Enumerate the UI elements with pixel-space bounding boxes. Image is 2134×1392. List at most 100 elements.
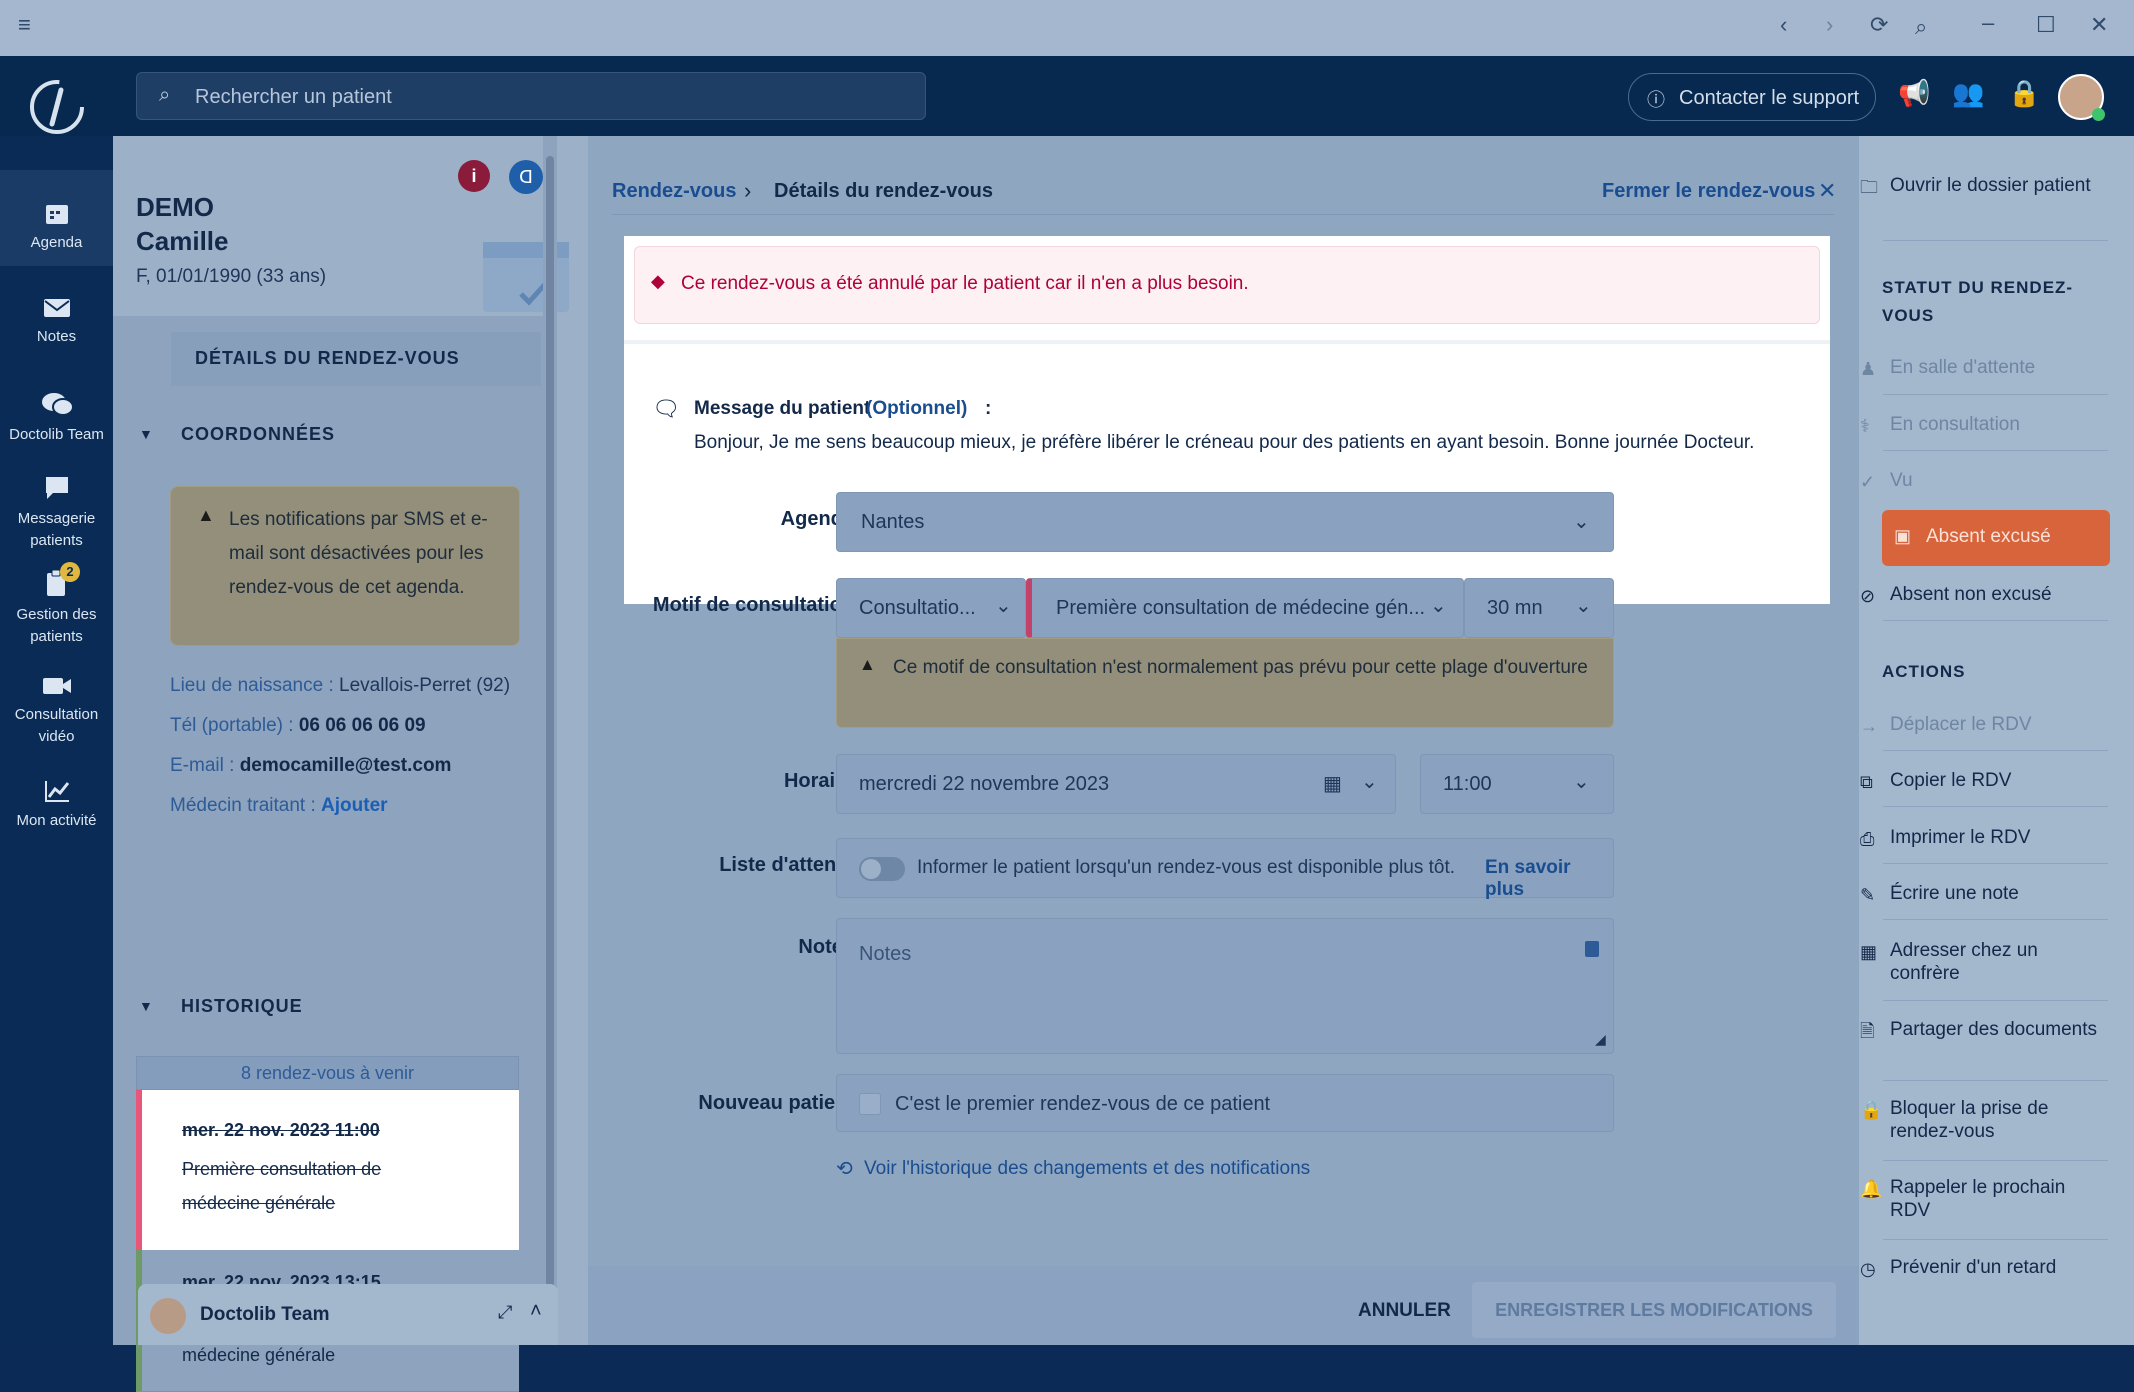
waitlist-toggle[interactable]: [859, 857, 905, 881]
nav-consultation-video[interactable]: Consultation vidéo: [0, 674, 113, 748]
action-label: Imprimer le RDV: [1890, 827, 2031, 848]
action-write-note[interactable]: ✎ Écrire une note: [1860, 882, 2110, 905]
action-share-documents[interactable]: 🗎 Partager des documents: [1860, 1018, 2110, 1041]
forward-icon[interactable]: ›: [1826, 12, 1833, 38]
chevron-right-icon: ›: [744, 178, 752, 203]
nav-messagerie[interactable]: Messagerie patients: [0, 474, 113, 552]
motif-type-select[interactable]: Consultatio... ⌄: [836, 578, 1026, 638]
chevron-down-icon: ⌄: [1430, 595, 1447, 617]
nav-label: Doctolib Team: [9, 426, 104, 443]
status-label: En salle d'attente: [1890, 357, 2036, 378]
action-move[interactable]: → Déplacer le RDV: [1860, 713, 2110, 736]
close-appointment-button[interactable]: Fermer le rendez-vous: [1602, 180, 1815, 203]
lock-icon[interactable]: 🔒: [2008, 78, 2040, 109]
calendar-icon[interactable]: ▦: [1323, 771, 1342, 796]
motif-select[interactable]: Première consultation de médecine gén...…: [1026, 578, 1464, 638]
info-alert-icon[interactable]: i: [458, 160, 490, 192]
nav-label: Agenda: [30, 234, 83, 251]
patient-last-name: DEMO: [136, 192, 214, 222]
team-chat-bar[interactable]: Doctolib Team ⤢ ˄: [138, 1284, 558, 1345]
status-label: Vu: [1890, 470, 1913, 491]
team-icon[interactable]: 👥: [1952, 78, 1984, 109]
appointment-card-cancelled[interactable]: mer. 22 nov. 2023 11:00 Première consult…: [136, 1090, 519, 1250]
chevron-down-icon[interactable]: ▼: [139, 426, 153, 442]
learn-more-link[interactable]: En savoir plus: [1485, 857, 1613, 901]
agenda-select[interactable]: Nantes ⌄: [836, 492, 1614, 552]
action-block-booking[interactable]: 🔒 Bloquer la prise de rendez-vous: [1860, 1097, 2110, 1143]
contact-support-button[interactable]: ⓘ Contacter le support: [1628, 73, 1876, 121]
action-refer[interactable]: ▦ Adresser chez un confrère: [1860, 939, 2110, 985]
warning-icon: ▲: [197, 505, 215, 525]
breadcrumb-current: Détails du rendez-vous: [774, 180, 993, 202]
history-link[interactable]: Voir l'historique des changements et des…: [864, 1158, 1310, 1180]
nav-agenda[interactable]: Agenda: [0, 200, 113, 254]
doctolib-badge-icon[interactable]: ᗡ: [509, 160, 543, 194]
actions-header: ACTIONS: [1882, 662, 1966, 681]
calendar-icon: [45, 205, 68, 224]
new-patient-checkbox[interactable]: [859, 1093, 881, 1115]
status-label: Absent non excusé: [1890, 584, 2052, 605]
status-waiting-room[interactable]: ♟ En salle d'attente: [1860, 356, 2110, 379]
details-header-label: DÉTAILS DU RENDEZ-VOUS: [195, 348, 460, 368]
nav-gestion-patients[interactable]: 2 Gestion des patients: [0, 562, 113, 648]
action-print[interactable]: ⎙ Imprimer le RDV: [1860, 826, 2110, 849]
save-button[interactable]: ENREGISTRER LES MODIFICATIONS: [1472, 1282, 1836, 1338]
status-label: En consultation: [1890, 414, 2020, 435]
phone-value[interactable]: 06 06 06 06 09: [299, 715, 426, 736]
patient-panel: i ᗡ DEMO Camille F, 01/01/1990 (33 ans) …: [113, 136, 588, 1392]
upcoming-appointments-header: 8 rendez-vous à venir: [136, 1056, 519, 1090]
coordonnees-header[interactable]: COORDONNÉES: [181, 424, 335, 445]
action-copy[interactable]: ⧉ Copier le RDV: [1860, 769, 2110, 792]
add-doctor-link[interactable]: Ajouter: [321, 795, 388, 816]
nav-doctolib-team[interactable]: Doctolib Team: [0, 390, 113, 446]
status-in-consultation[interactable]: ⚕ En consultation: [1860, 413, 2110, 436]
search-input[interactable]: ⌕ Rechercher un patient: [136, 72, 926, 120]
info-small-icon: [1585, 941, 1599, 957]
chart-line-icon: [44, 781, 69, 802]
patient-info: F, 01/01/1990 (33 ans): [136, 266, 327, 287]
zoom-icon[interactable]: ⌕: [1915, 14, 1927, 40]
email-label: E-mail :: [170, 755, 235, 776]
cancel-button[interactable]: ANNULER: [1358, 1300, 1451, 1322]
time-select[interactable]: 11:00 ⌄: [1420, 754, 1614, 814]
close-icon[interactable]: ✕: [1818, 178, 1836, 204]
doctolib-logo-icon[interactable]: [28, 78, 86, 136]
date-picker[interactable]: mercredi 22 novembre 2023 ▦ ⌄: [836, 754, 1396, 814]
resize-handle-icon[interactable]: ◢: [1595, 1031, 1606, 1048]
status-absent-excused[interactable]: ▣ Absent excusé: [1882, 510, 2110, 566]
printer-icon: ⎙: [1860, 829, 1875, 849]
agenda-value: Nantes: [861, 511, 925, 533]
calendar-icon: ▦: [1860, 942, 1878, 962]
notes-textarea[interactable]: Notes ◢: [836, 918, 1614, 1054]
historique-header[interactable]: HISTORIQUE: [181, 996, 303, 1017]
menu-icon[interactable]: ≡: [18, 12, 31, 38]
chevron-down-icon[interactable]: ⌄: [1361, 769, 1378, 794]
close-window-icon[interactable]: ✕: [2090, 12, 2108, 38]
status-absent-unexcused[interactable]: ⊘ Absent non excusé: [1860, 583, 2110, 606]
nav-notes[interactable]: Notes: [0, 296, 113, 348]
avatar[interactable]: [2058, 74, 2105, 121]
back-icon[interactable]: ‹: [1780, 12, 1787, 38]
expand-icon[interactable]: ⤢: [498, 1302, 512, 1323]
calendar-x-icon: ▣: [1894, 526, 1912, 546]
breadcrumb-root[interactable]: Rendez-vous: [612, 180, 736, 203]
maximize-icon[interactable]: ☐: [2036, 12, 2056, 38]
duration-select[interactable]: 30 mn ⌄: [1464, 578, 1614, 638]
action-remind[interactable]: 🔔 Rappeler le prochain RDV: [1860, 1176, 2110, 1222]
message-icon: [45, 477, 68, 499]
chevron-up-icon[interactable]: ˄: [530, 1300, 542, 1323]
chevron-down-icon[interactable]: ▼: [139, 998, 153, 1014]
email-value[interactable]: democamille@test.com: [240, 755, 452, 776]
lock-icon: 🔒: [1860, 1100, 1883, 1120]
nav-mon-activite[interactable]: Mon activité: [0, 778, 113, 832]
reload-icon[interactable]: ⟳: [1870, 12, 1888, 38]
scrollbar-thumb[interactable]: [546, 156, 554, 1306]
action-delay[interactable]: ◷ Prévenir d'un retard: [1860, 1256, 2110, 1279]
scrollbar-track[interactable]: [543, 136, 557, 1345]
minimize-icon[interactable]: –: [1982, 10, 1994, 36]
status-seen[interactable]: ✓ Vu: [1860, 469, 2110, 492]
megaphone-icon[interactable]: 📢: [1898, 78, 1930, 109]
open-patient-file-button[interactable]: 🗀 Ouvrir le dossier patient: [1860, 174, 2110, 197]
duration-value: 30 mn: [1487, 597, 1543, 619]
horaire-label: Horaire: [783, 770, 854, 792]
